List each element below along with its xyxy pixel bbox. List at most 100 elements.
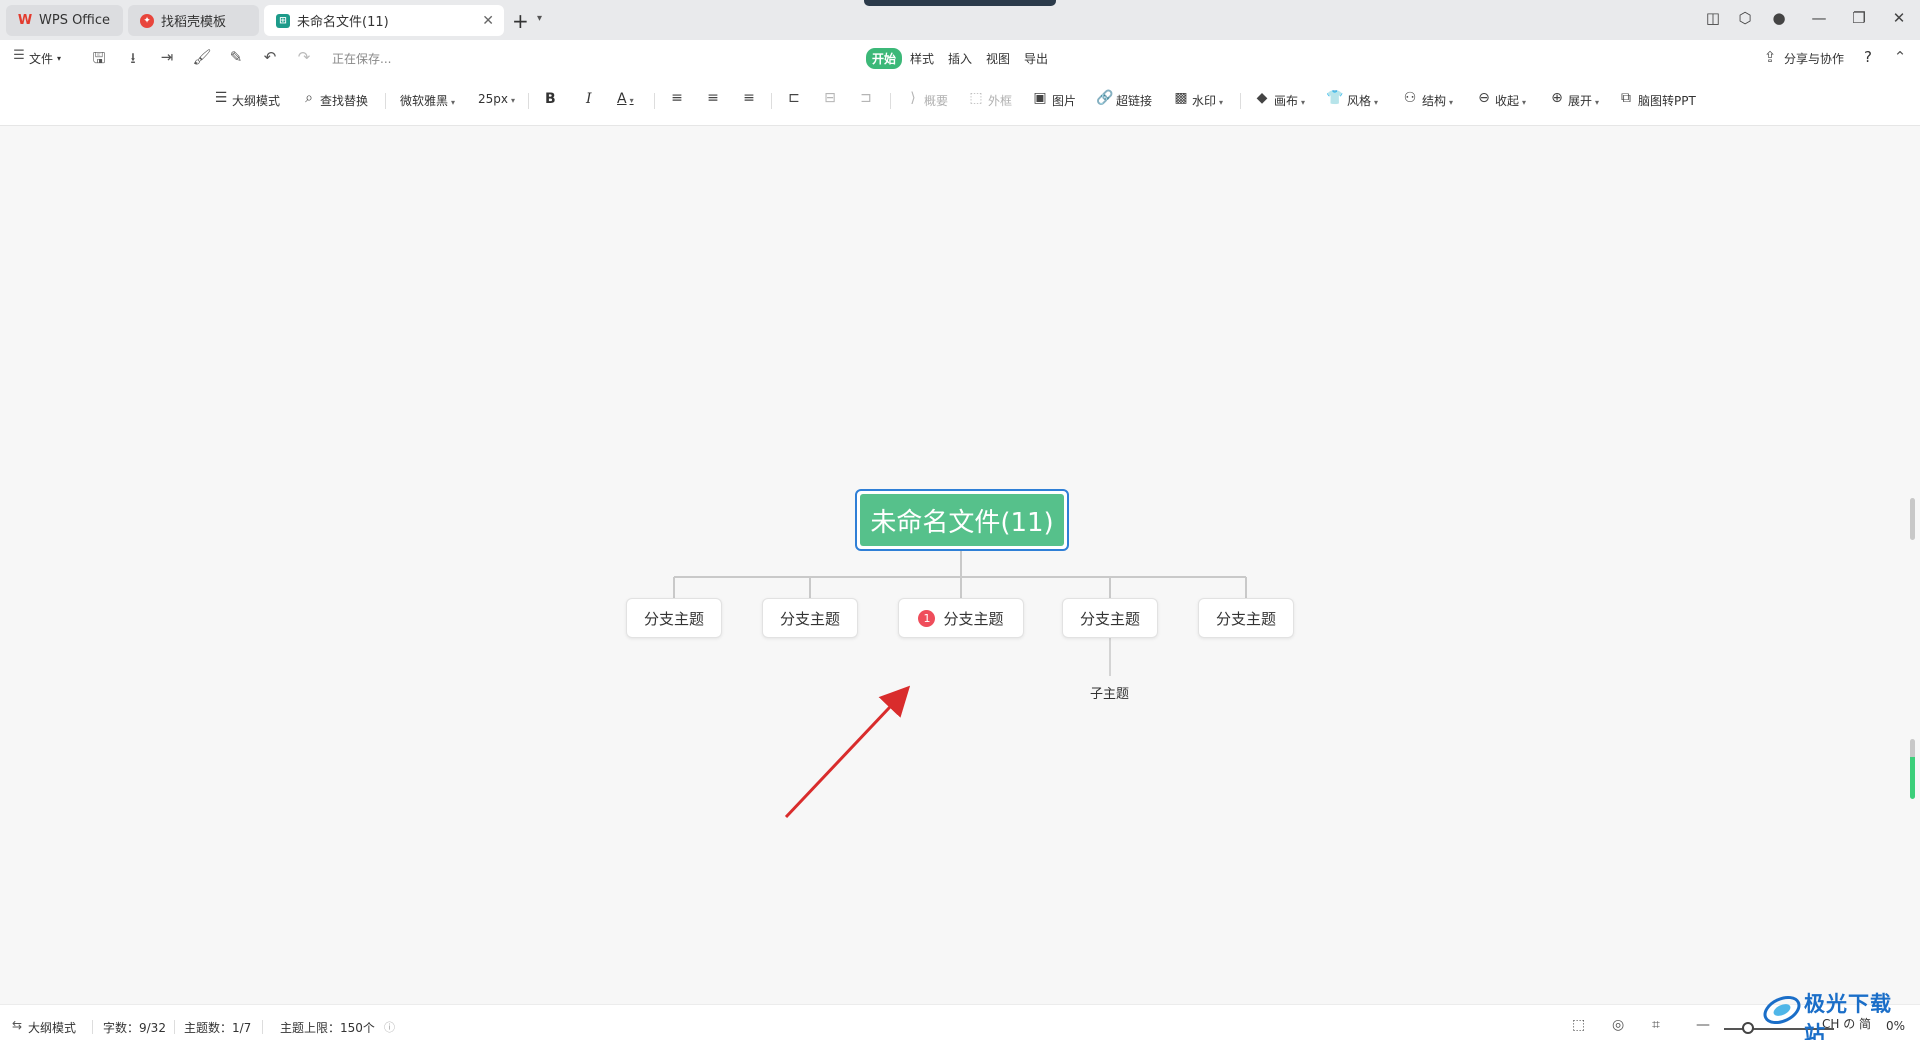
share-button[interactable]: 分享与协作 [1784, 50, 1844, 67]
insert-sibling-topic-icon[interactable]: ⊟ [821, 90, 839, 106]
window-drag-handle[interactable] [864, 0, 1056, 6]
insert-parent-topic-icon[interactable]: ⊐ [857, 90, 875, 106]
font-family-select[interactable]: 微软雅黑 ▾ [400, 92, 455, 109]
align-right-icon[interactable]: ≡ [740, 90, 758, 106]
bold-button[interactable]: B [545, 91, 556, 107]
branch-topic-4[interactable]: 分支主题 [1062, 598, 1158, 638]
zoom-slider-handle[interactable] [1742, 1022, 1754, 1034]
watermark-sub: CH の 简 [1822, 1017, 1872, 1031]
download-icon[interactable]: ⭳ [123, 48, 143, 73]
chevron-down-icon: ▾ [1595, 98, 1600, 107]
layout-icon[interactable]: ◫ [1702, 9, 1724, 27]
style-button[interactable]: 风格 ▾ [1347, 92, 1378, 109]
frame-button[interactable]: 外框 [988, 92, 1012, 109]
watermark-button[interactable]: 水印 ▾ [1192, 92, 1223, 109]
menu-bar: ☰ 文件 ▾ 🖫 ⭳ ⇥ 🖌 ✎ ↶ ↷ 正在保存... 开始 样式 插入 视图… [0, 40, 1920, 76]
ribbon-toolbar: ☰ 大纲模式 ⌕ 查找替换 微软雅黑 ▾ 25px ▾ B I A ▾ ≡ ≡ ≡ ⊏… [0, 76, 1920, 126]
avatar[interactable]: ● [1768, 9, 1790, 27]
collapse-button[interactable]: 收起 ▾ [1495, 92, 1526, 109]
tab-template[interactable]: ✦ 找稻壳模板 [128, 5, 259, 36]
eraser-icon[interactable]: ✎ [226, 48, 246, 66]
branch-topic-label: 分支主题 [779, 609, 840, 628]
tab-wps-office[interactable]: W WPS Office [6, 5, 123, 36]
structure-label: 结构 [1422, 94, 1447, 108]
align-left-icon[interactable]: ≡ [668, 90, 686, 106]
structure-button[interactable]: 结构 ▾ [1422, 92, 1453, 109]
status-divider [174, 1020, 175, 1034]
search-icon: ⌕ [305, 90, 313, 106]
close-window-icon[interactable]: ✕ [1888, 9, 1910, 27]
central-topic[interactable]: 未命名文件(11) [855, 489, 1069, 551]
file-chevron-icon[interactable]: ▾ [57, 54, 61, 63]
tab-start[interactable]: 开始 [866, 48, 903, 69]
close-tab-icon[interactable]: ✕ [482, 13, 494, 29]
collapse-ribbon-icon[interactable]: ⌃ [1890, 48, 1910, 66]
branch-topic-3[interactable]: 1 分支主题 [898, 598, 1024, 638]
info-icon[interactable]: ⓘ [384, 1019, 395, 1035]
mindmap-to-ppt-button[interactable]: 脑图转PPT [1638, 92, 1696, 109]
tab-insert[interactable]: 插入 [942, 48, 978, 69]
undo-icon[interactable]: ↶ [260, 48, 280, 66]
minimize-icon[interactable]: — [1808, 9, 1830, 27]
outline-toggle-icon: ⇆ [12, 1018, 23, 1032]
hyperlink-button[interactable]: 超链接 [1116, 92, 1152, 109]
priority-badge[interactable]: 1 [918, 609, 936, 627]
summary-button[interactable]: 概要 [924, 92, 948, 109]
status-divider [92, 1020, 93, 1034]
tab-view[interactable]: 视图 [980, 48, 1016, 69]
tab-export[interactable]: 导出 [1018, 48, 1054, 69]
topic-limit: 主题上限：150个 [280, 1021, 375, 1035]
font-color-button[interactable]: A ▾ [617, 91, 634, 107]
export-icon[interactable]: ⇥ [157, 48, 177, 66]
restore-icon[interactable]: ❐ [1848, 9, 1870, 27]
font-family-value: 微软雅黑 [400, 94, 449, 108]
canvas-button[interactable]: 画布 ▾ [1274, 92, 1305, 109]
canvas-fill-icon: ◆ [1256, 90, 1268, 106]
branch-topic-2[interactable]: 分支主题 [762, 598, 858, 638]
branch-topic-5[interactable]: 分支主题 [1198, 598, 1294, 638]
subtopic[interactable]: 子主题 [1090, 683, 1129, 702]
redo-icon[interactable]: ↷ [294, 48, 314, 66]
branch-topic-1[interactable]: 分支主题 [626, 598, 722, 638]
file-menu[interactable]: 文件 [29, 50, 53, 67]
chevron-down-icon: ▾ [1449, 98, 1454, 107]
tab-mindmap-file[interactable]: ⊞ 未命名文件(11) ✕ [264, 5, 504, 36]
insert-child-topic-icon[interactable]: ⊏ [785, 90, 803, 106]
template-icon: ✦ [140, 13, 154, 28]
tab-list-chevron-icon[interactable]: ▾ [537, 13, 542, 24]
watermark-icon: ▩ [1174, 90, 1188, 106]
menu-hamburger-icon[interactable]: ☰ [9, 48, 29, 63]
expand-button[interactable]: 展开 ▾ [1568, 92, 1599, 109]
side-progress-indicator[interactable] [1910, 739, 1915, 799]
align-center-icon[interactable]: ≡ [704, 90, 722, 106]
mindmap-file-icon: ⊞ [276, 13, 290, 28]
outline-mode-status-button[interactable]: 大纲模式 [28, 1019, 76, 1036]
outline-mode-button[interactable]: 大纲模式 [232, 92, 280, 109]
topic-count: 主题数：1/7 [184, 1021, 252, 1035]
share-icon: ⇪ [1763, 48, 1777, 66]
cube-icon[interactable]: ⬡ [1734, 9, 1756, 27]
mindmap-canvas[interactable]: 未命名文件(11) 分支主题 分支主题 1 分支主题 分支主题 分支主题 子主题 [0, 127, 1920, 1014]
annotation-arrow [784, 685, 911, 819]
tab-label: 找稻壳模板 [161, 15, 227, 30]
toolbar-divider [1240, 93, 1241, 109]
find-replace-button[interactable]: 查找替换 [320, 92, 368, 109]
ppt-icon: ⧉ [1621, 90, 1631, 106]
font-size-select[interactable]: 25px ▾ [478, 92, 515, 106]
save-icon[interactable]: 🖫 [89, 48, 109, 73]
italic-button[interactable]: I [586, 91, 592, 107]
help-icon[interactable]: ? [1864, 48, 1872, 66]
map-icon[interactable]: ⌗ [1652, 1017, 1660, 1033]
tab-label: 未命名文件(11) [297, 15, 389, 30]
image-button[interactable]: 图片 [1052, 92, 1076, 109]
chevron-down-icon: ▾ [451, 98, 456, 107]
chevron-down-icon: ▾ [1301, 98, 1306, 107]
zoom-out-icon[interactable]: — [1696, 1017, 1710, 1033]
format-painter-icon[interactable]: 🖌 [192, 48, 212, 66]
fit-selection-icon[interactable]: ⬚ [1572, 1017, 1585, 1033]
tab-label: WPS Office [39, 13, 111, 28]
vertical-scrollbar[interactable] [1910, 498, 1915, 540]
locate-icon[interactable]: ◎ [1612, 1017, 1624, 1033]
new-tab-icon[interactable]: + [512, 9, 529, 33]
tab-style[interactable]: 样式 [904, 48, 940, 69]
